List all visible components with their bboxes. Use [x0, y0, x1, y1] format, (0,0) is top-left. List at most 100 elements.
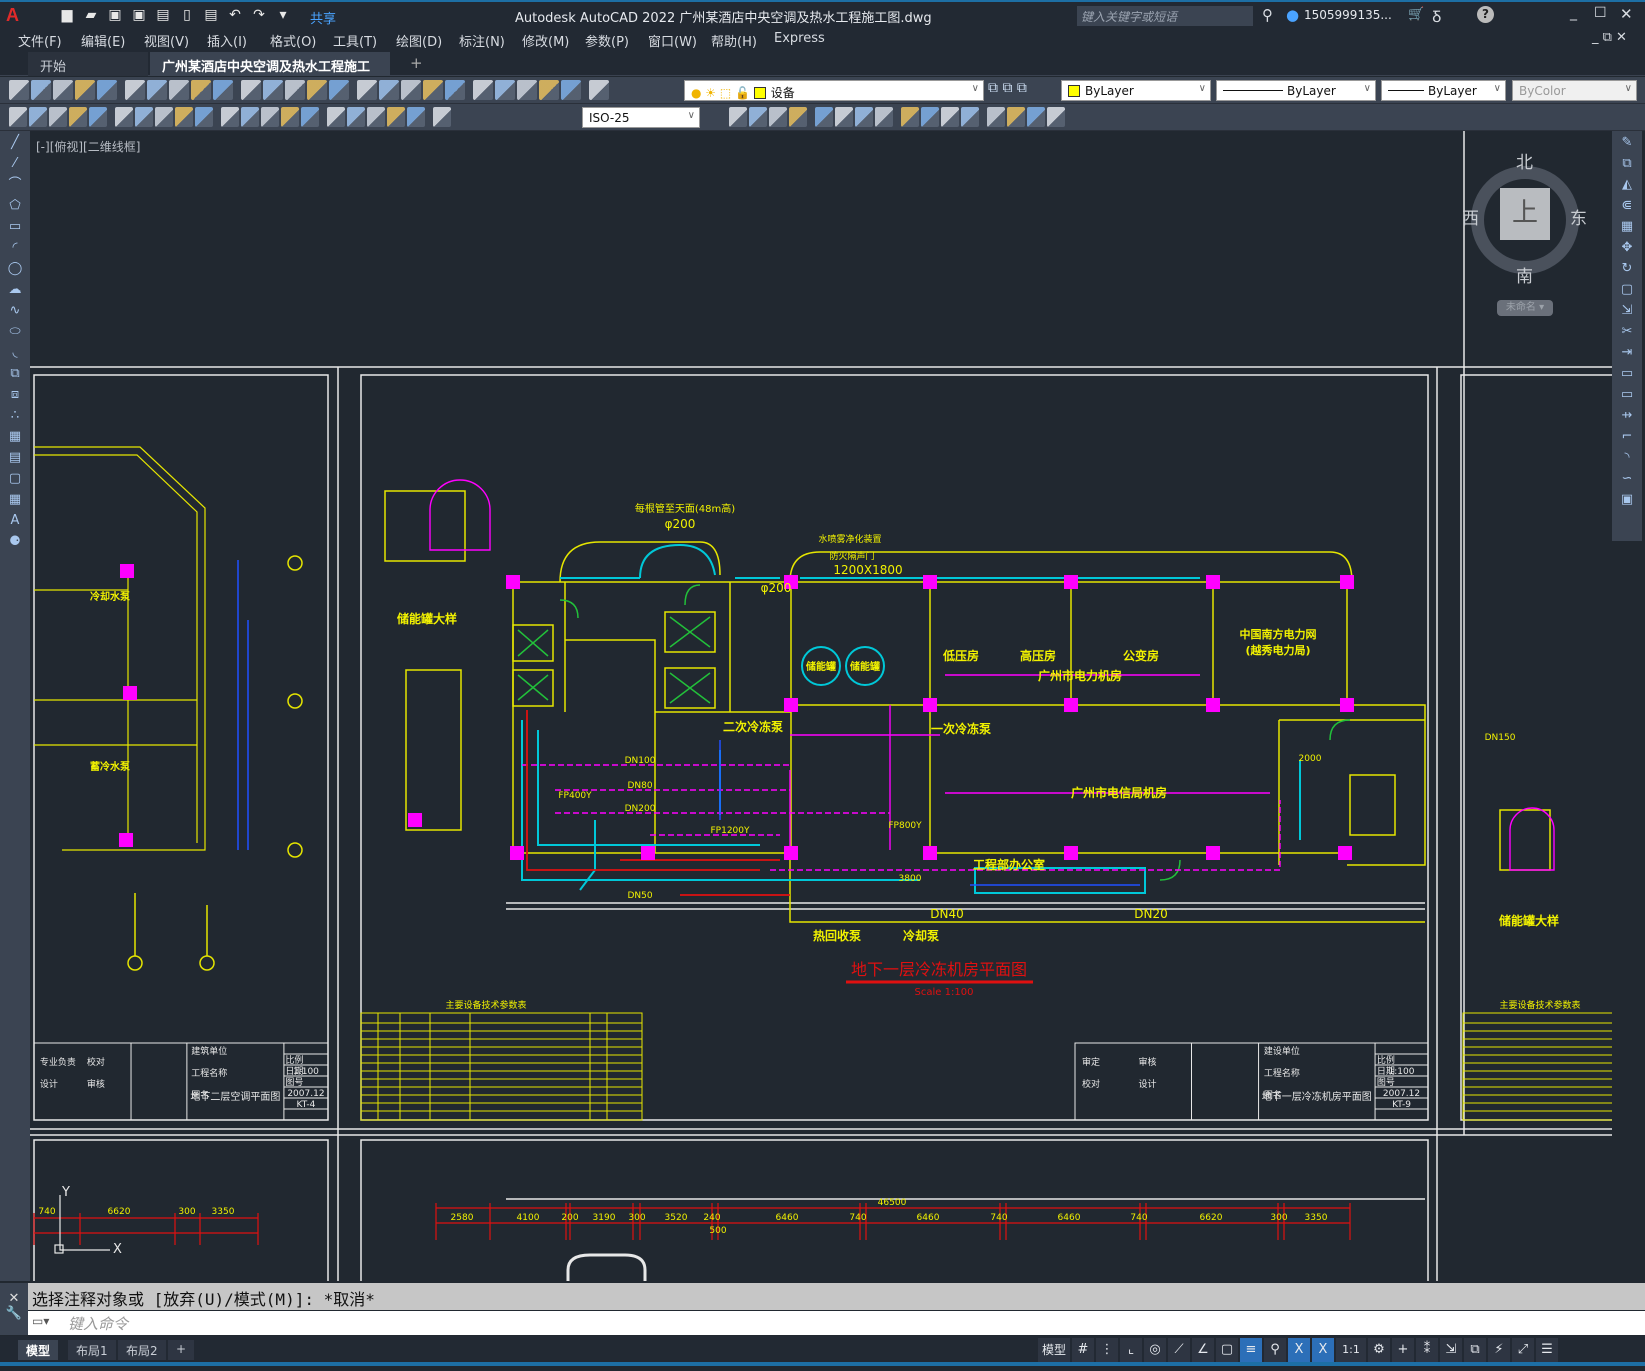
quick-calc-icon[interactable]: [539, 80, 559, 100]
inspect-icon[interactable]: [347, 107, 365, 127]
menu-item[interactable]: 参数(P): [585, 31, 629, 50]
grid-icon[interactable]: #: [1072, 1338, 1094, 1362]
offset-faces-icon[interactable]: [835, 107, 853, 127]
mobile-icon[interactable]: ▯: [178, 6, 196, 24]
isodraft-icon[interactable]: ⟋: [1168, 1338, 1190, 1362]
autodesk-app-icon[interactable]: Ᵹ: [1432, 5, 1442, 27]
lineweight-dropdown[interactable]: ByLayer ∨: [1381, 80, 1506, 101]
isolate-icon[interactable]: ⧉: [1464, 1338, 1486, 1362]
compass-east[interactable]: 东: [1570, 204, 1587, 229]
layer-properties-icon[interactable]: [589, 80, 609, 100]
layer-dropdown[interactable]: ● ☀ ⬚ 🔓 设备 ∨: [684, 80, 984, 101]
tab-drawing[interactable]: 广州某酒店中央空调及热水工程施工图*✕: [150, 52, 390, 94]
menu-item[interactable]: 插入(I): [207, 31, 247, 50]
polygon-icon[interactable]: ⬠: [4, 197, 26, 215]
extrude-faces-icon[interactable]: [789, 107, 807, 127]
command-input[interactable]: 键入命令: [28, 1311, 1645, 1335]
circle-icon[interactable]: ◯: [4, 260, 26, 278]
array-icon[interactable]: ▦: [1616, 218, 1638, 236]
trim-icon[interactable]: ✂: [1616, 323, 1638, 341]
object-snap-tracking-icon[interactable]: ∠: [1192, 1338, 1214, 1362]
annotation-monitor-icon[interactable]: +: [1392, 1338, 1414, 1362]
table-icon[interactable]: ▦: [4, 491, 26, 509]
minimize-icon[interactable]: _: [1570, 5, 1577, 21]
quick-properties-icon[interactable]: ⇲: [1440, 1338, 1462, 1362]
block-editor-icon[interactable]: [263, 80, 283, 100]
make-block-icon[interactable]: ⧈: [4, 386, 26, 404]
point-icon[interactable]: ∴: [4, 407, 26, 425]
lineweight-icon[interactable]: ≡: [1240, 1338, 1262, 1362]
model-space-toggle[interactable]: 模型: [1038, 1338, 1070, 1362]
paste-icon[interactable]: [213, 80, 233, 100]
center-mark-icon[interactable]: [327, 107, 345, 127]
publish-icon[interactable]: ▤: [154, 6, 172, 24]
compass-west[interactable]: 西: [1462, 204, 1479, 229]
dim-aligned-icon[interactable]: [49, 107, 67, 127]
fullscreen-icon[interactable]: ⤢: [1512, 1338, 1534, 1362]
line-icon[interactable]: ╱: [4, 134, 26, 152]
solid-subtract-icon[interactable]: [749, 107, 767, 127]
menu-item[interactable]: 窗口(W): [648, 31, 697, 50]
menu-item[interactable]: Express: [774, 31, 825, 46]
save-as-icon[interactable]: ▣: [130, 6, 148, 24]
dim-radius-icon[interactable]: [115, 107, 133, 127]
new-tab-icon[interactable]: +: [410, 54, 423, 72]
join-icon[interactable]: ⇸: [1616, 407, 1638, 425]
extend-icon[interactable]: ⇥: [1616, 344, 1638, 362]
transparency-icon[interactable]: ⚲: [1264, 1338, 1286, 1362]
clean-icon[interactable]: [987, 107, 1005, 127]
redo-icon[interactable]: [307, 80, 327, 100]
new-icon[interactable]: [9, 80, 29, 100]
quick-dim-icon[interactable]: [195, 107, 213, 127]
maximize-icon[interactable]: ☐: [1594, 5, 1607, 21]
break-icon[interactable]: ▭: [1616, 386, 1638, 404]
layout-tab[interactable]: 模型: [18, 1340, 59, 1360]
doc-minimize-icon[interactable]: _ ⧉ ✕: [1592, 30, 1627, 45]
mirror-icon[interactable]: ◭: [1616, 176, 1638, 194]
dim-edit-icon[interactable]: [387, 107, 405, 127]
plot-icon[interactable]: [75, 80, 95, 100]
dim-ordinate-icon[interactable]: [89, 107, 107, 127]
multiline-text-icon[interactable]: A: [4, 512, 26, 530]
cut-icon[interactable]: [169, 80, 189, 100]
solid-intersect-icon[interactable]: [769, 107, 787, 127]
spline-icon[interactable]: ∿: [4, 302, 26, 320]
scale-icon[interactable]: ▢: [1616, 281, 1638, 299]
open-icon[interactable]: [31, 80, 51, 100]
save-icon[interactable]: [53, 80, 73, 100]
erase-icon[interactable]: ✎: [1616, 134, 1638, 152]
explode-icon[interactable]: ▣: [1616, 491, 1638, 509]
annotation-visibility-icon[interactable]: Ⅹ: [1288, 1338, 1310, 1362]
plotstyle-dropdown[interactable]: ByColor ∨: [1512, 80, 1637, 101]
dim-baseline-icon[interactable]: [221, 107, 239, 127]
dim-linear-icon[interactable]: [29, 107, 47, 127]
object-snap-icon[interactable]: ▢: [1216, 1338, 1238, 1362]
copy-icon[interactable]: ⧉: [1616, 155, 1638, 173]
model-space-canvas[interactable]: 低压房 高压房 公变房广州市电力机房 中国南方电力网 (越秀电力局) 二次冷冻泵 一次冷冻泵…: [30, 131, 1612, 1281]
break-at-point-icon[interactable]: ▭: [1616, 365, 1638, 383]
close-icon[interactable]: ✕: [1620, 5, 1633, 23]
dim-continue-icon[interactable]: [241, 107, 259, 127]
pan-icon[interactable]: [329, 80, 349, 100]
redo-icon[interactable]: ↷: [250, 6, 268, 24]
viewport-controls[interactable]: [-][俯视][二维线框]: [36, 138, 140, 155]
menu-item[interactable]: 视图(V): [144, 31, 189, 50]
ellipse-arc-icon[interactable]: ◟: [4, 344, 26, 362]
delete-faces-icon[interactable]: [855, 107, 873, 127]
print-icon[interactable]: ▤: [202, 6, 220, 24]
compass-north[interactable]: 北: [1516, 148, 1533, 173]
dim-space-icon[interactable]: [261, 107, 279, 127]
solid-union-icon[interactable]: [729, 107, 747, 127]
tool-palettes-icon[interactable]: [473, 80, 493, 100]
layout-tab[interactable]: 布局2: [118, 1340, 166, 1360]
new-icon[interactable]: ▆: [58, 6, 76, 24]
dim-angular-icon[interactable]: [175, 107, 193, 127]
construction-line-icon[interactable]: ⁄: [4, 155, 26, 173]
rotate-icon[interactable]: ↻: [1616, 260, 1638, 278]
color-faces-icon[interactable]: [941, 107, 959, 127]
revision-cloud-icon[interactable]: ☁: [4, 281, 26, 299]
arc-icon[interactable]: ◜: [4, 239, 26, 257]
undo-icon[interactable]: [285, 80, 305, 100]
properties-icon[interactable]: [423, 80, 443, 100]
user-account[interactable]: 1505999135...: [1304, 8, 1392, 22]
